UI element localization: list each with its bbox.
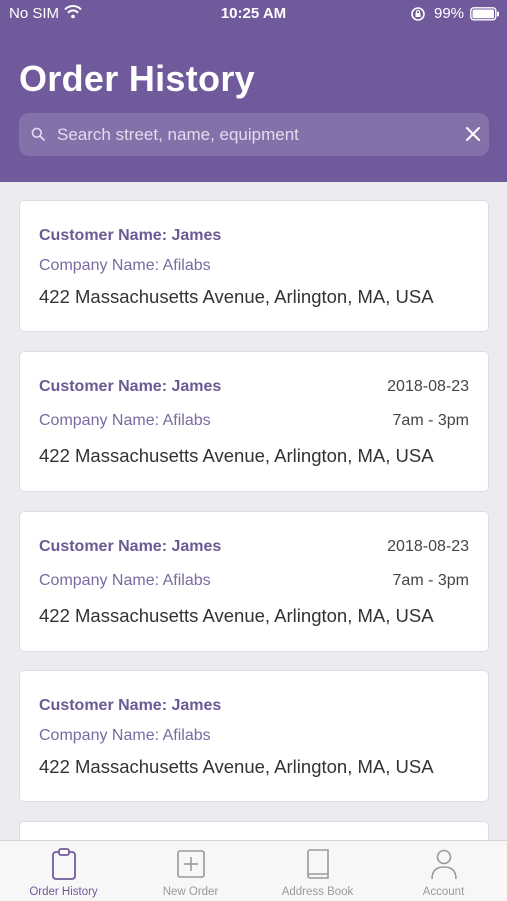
search-icon [31,127,45,146]
customer-name: Customer Name: James [39,697,222,714]
order-hours: 7am - 3pm [392,412,469,429]
order-card[interactable]: Customer Name: James 2018-08-23 Company … [19,511,489,652]
search-bar[interactable]: Search street, name, equipment [19,113,489,156]
order-address: 422 Massachusetts Avenue, Arlington, MA,… [39,605,434,626]
header: No SIM 10:25 AM 99% Order History Search… [0,0,507,182]
book-icon [303,847,333,886]
tab-label: Account [422,886,465,898]
tab-label: Address Book [281,886,354,898]
tab-account[interactable]: Account [380,841,507,901]
status-bar: No SIM 10:25 AM 99% [0,0,507,28]
tab-bar: Order History New Order Address Book Acc… [0,840,507,901]
company-name: Company Name: Afilabs [39,727,211,744]
battery-icon [470,7,500,25]
company-name: Company Name: Afilabs [39,257,211,274]
customer-name: Customer Name: James [39,538,222,555]
company-name: Company Name: Afilabs [39,572,211,589]
tab-new-order[interactable]: New Order [127,841,254,901]
tab-label: New Order [162,886,219,898]
order-card[interactable]: Customer Name: James Company Name: Afila… [19,200,489,332]
order-card[interactable]: Customer Name: James 2018-08-23 Company … [19,351,489,492]
order-address: 422 Massachusetts Avenue, Arlington, MA,… [39,286,434,307]
order-date: 2018-08-23 [387,378,469,395]
status-time: 10:25 AM [220,5,287,22]
close-icon[interactable] [465,126,481,147]
orientation-lock-icon [410,6,426,26]
order-address: 422 Massachusetts Avenue, Arlington, MA,… [39,756,434,777]
search-input[interactable]: Search street, name, equipment [57,125,299,145]
person-icon [429,847,459,886]
plus-square-icon [176,847,206,886]
tab-label: Order History [29,886,98,898]
tab-order-history[interactable]: Order History [0,841,127,901]
tab-address-book[interactable]: Address Book [254,841,381,901]
customer-name: Customer Name: James [39,378,222,395]
company-name: Company Name: Afilabs [39,412,211,429]
order-hours: 7am - 3pm [392,572,469,589]
order-address: 422 Massachusetts Avenue, Arlington, MA,… [39,445,434,466]
order-date: 2018-08-23 [387,538,469,555]
customer-name: Customer Name: James [39,227,222,244]
battery-percent: 99% [434,5,465,22]
page-title: Order History [19,58,255,99]
order-card[interactable]: Customer Name: James Company Name: Afila… [19,670,489,802]
clipboard-icon [49,847,79,886]
